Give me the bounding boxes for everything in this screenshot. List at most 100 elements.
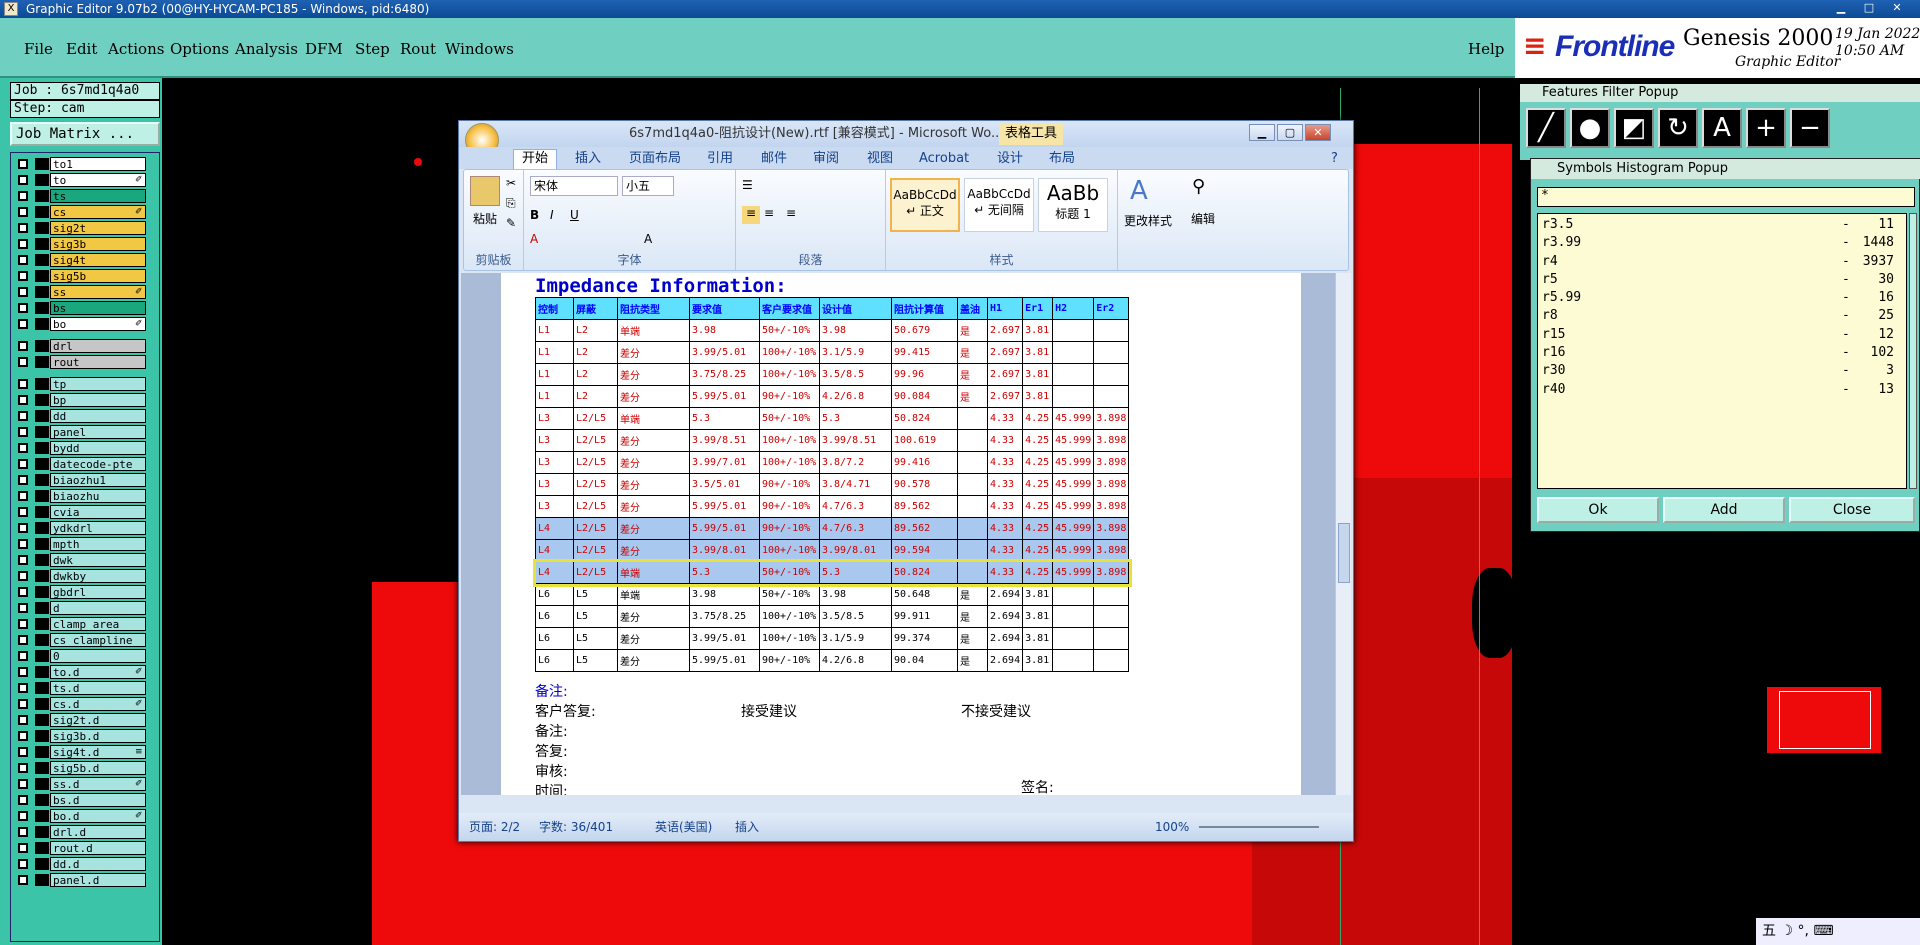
table-cell[interactable]: 50.824	[891, 407, 958, 430]
layer-name[interactable]: datecode-pte	[50, 457, 146, 471]
table-cell[interactable]: 差分	[617, 473, 690, 496]
table-row[interactable]: L3 L2/L5 差分 5.99/5.01 90+/-10% 4.7/6.3 89.562 4…	[535, 495, 1130, 518]
table-cell[interactable]	[957, 451, 988, 474]
table-cell[interactable]: 90+/-10%	[759, 473, 820, 496]
table-cell[interactable]	[1052, 605, 1095, 628]
table-cell[interactable]: 4.25	[1022, 429, 1054, 452]
table-cell[interactable]: 3.898	[1093, 517, 1130, 540]
layer-checkbox[interactable]	[18, 507, 28, 517]
table-cell[interactable]: L2/L5	[573, 407, 618, 430]
layer-name[interactable]: sig4t	[50, 253, 146, 267]
table-row[interactable]: L6 L5 差分 3.99/5.01 100+/-10% 3.1/5.9 99.374 是 2.…	[535, 627, 1130, 650]
table-cell[interactable]: L2	[573, 319, 618, 342]
layer-checkbox[interactable]	[18, 859, 28, 869]
table-cell[interactable]: L6	[535, 605, 574, 628]
text-tool-icon[interactable]: A	[1702, 108, 1742, 148]
table-cell[interactable]: 100+/-10%	[759, 539, 820, 562]
table-cell[interactable]: L3	[535, 473, 574, 496]
menu-edit[interactable]: Edit	[66, 40, 97, 58]
layer-row[interactable]: datecode-pte	[11, 457, 161, 471]
layer-row[interactable]: bo ✐	[11, 317, 161, 331]
layer-row[interactable]: bp	[11, 393, 161, 407]
table-cell[interactable]: 3.898	[1093, 429, 1130, 452]
table-cell[interactable]: 差分	[617, 363, 690, 386]
table-cell[interactable]: L4	[535, 561, 574, 584]
layer-checkbox[interactable]	[18, 475, 28, 485]
word-close-button[interactable]: ✕	[1305, 124, 1331, 141]
layer-checkbox[interactable]	[18, 379, 28, 389]
table-cell[interactable]: 3.8/7.2	[819, 451, 892, 474]
table-cell[interactable]	[1093, 363, 1130, 386]
layer-name[interactable]: to.d	[50, 665, 146, 679]
table-cell[interactable]: 4.33	[986, 407, 1024, 430]
table-cell[interactable]: 3.98	[819, 319, 892, 342]
table-cell[interactable]: L2/L5	[573, 561, 618, 584]
layer-checkbox[interactable]	[18, 239, 28, 249]
layer-name[interactable]: rout.d	[50, 841, 146, 855]
table-cell[interactable]: L2	[573, 363, 618, 386]
layer-row[interactable]: cs.d ✐	[11, 697, 161, 711]
layer-checkbox[interactable]	[18, 491, 28, 501]
table-cell[interactable]: 差分	[617, 605, 690, 628]
layer-row[interactable]: sig4t	[11, 253, 161, 267]
zoom-level[interactable]: 100%	[1155, 813, 1189, 841]
table-cell[interactable]	[1093, 649, 1130, 672]
table-cell[interactable]: 2.694	[986, 583, 1024, 606]
table-cell[interactable]: 45.999	[1052, 473, 1095, 496]
layer-name[interactable]: sig2t	[50, 221, 146, 235]
line-tool-icon[interactable]: ╱	[1526, 108, 1566, 148]
tab-home[interactable]: 开始	[513, 149, 558, 169]
histogram-row[interactable]: r3.5 - 11	[1542, 216, 1902, 234]
table-cell[interactable]: 100+/-10%	[759, 363, 820, 386]
layer-row[interactable]: to1	[11, 157, 161, 171]
layer-name[interactable]: cs.d	[50, 697, 146, 711]
layer-row[interactable]: rout	[11, 355, 161, 369]
layer-checkbox[interactable]	[18, 191, 28, 201]
table-cell[interactable]	[957, 561, 988, 584]
layer-row[interactable]: ss ✐	[11, 285, 161, 299]
layer-checkbox[interactable]	[18, 779, 28, 789]
layer-row[interactable]: rout.d	[11, 841, 161, 855]
layer-checkbox[interactable]	[18, 843, 28, 853]
layer-checkbox[interactable]	[18, 827, 28, 837]
table-cell[interactable]: 3.1/5.9	[819, 341, 892, 364]
table-cell[interactable]: 单端	[617, 561, 690, 584]
layer-row[interactable]: ydkdrl	[11, 521, 161, 535]
table-cell[interactable]: 3.99/8.51	[819, 429, 892, 452]
table-cell[interactable]: 99.96	[891, 363, 958, 386]
minimize-button[interactable]: ▁	[1830, 0, 1852, 16]
layer-checkbox[interactable]	[18, 255, 28, 265]
layer-name[interactable]: bo	[50, 317, 146, 331]
layer-name[interactable]: biaozhu1	[50, 473, 146, 487]
table-cell[interactable]: 单端	[617, 583, 690, 606]
table-cell[interactable]: 100.619	[891, 429, 958, 452]
align-left-icon[interactable]: ≡	[742, 206, 760, 224]
table-row[interactable]: L3 L2/L5 差分 3.99/8.51 100+/-10% 3.99/8.51 100.…	[535, 429, 1130, 452]
add-button[interactable]: Add	[1663, 497, 1785, 523]
histogram-row[interactable]: r5 - 30	[1542, 271, 1902, 289]
table-cell[interactable]: 3.98	[819, 583, 892, 606]
table-cell[interactable]: 差分	[617, 341, 690, 364]
layer-row[interactable]: bo.d ✐	[11, 809, 161, 823]
table-cell[interactable]: 差分	[617, 539, 690, 562]
table-cell[interactable]	[1052, 649, 1095, 672]
table-cell[interactable]: 是	[957, 649, 988, 672]
table-cell[interactable]: 差分	[617, 649, 690, 672]
tab-insert[interactable]: 插入	[575, 150, 601, 168]
table-cell[interactable]: 5.3	[689, 561, 760, 584]
table-cell[interactable]: 5.3	[689, 407, 760, 430]
table-cell[interactable]: 差分	[617, 429, 690, 452]
format-painter-icon[interactable]: ✎	[506, 216, 516, 230]
table-cell[interactable]: 差分	[617, 517, 690, 540]
change-styles-icon[interactable]: A	[1130, 176, 1148, 206]
cut-icon[interactable]: ✂	[506, 176, 516, 190]
table-cell[interactable]: 3.98	[689, 319, 760, 342]
layer-row[interactable]: bs	[11, 301, 161, 315]
table-cell[interactable]: 3.81	[1022, 605, 1054, 628]
layer-row[interactable]: sig3b.d	[11, 729, 161, 743]
layer-name[interactable]: 0	[50, 649, 146, 663]
layer-checkbox[interactable]	[18, 555, 28, 565]
table-cell[interactable]: 是	[957, 627, 988, 650]
table-cell[interactable]: L5	[573, 605, 618, 628]
layer-checkbox[interactable]	[18, 459, 28, 469]
